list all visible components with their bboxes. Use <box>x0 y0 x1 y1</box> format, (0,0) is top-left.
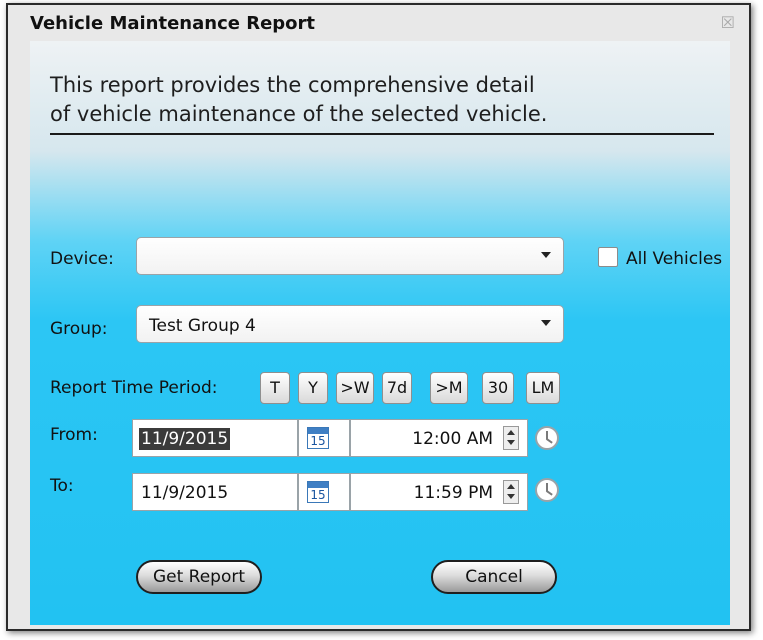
calendar-icon: 15 <box>307 427 329 449</box>
report-description: This report provides the comprehensive d… <box>50 71 710 129</box>
all-vehicles-checkbox[interactable] <box>598 247 618 267</box>
from-clock-icon[interactable] <box>535 426 559 450</box>
period-this-week-button[interactable]: >W <box>336 372 374 404</box>
from-time-spinner[interactable] <box>503 426 519 450</box>
description-line-2: of vehicle maintenance of the selected v… <box>50 102 548 126</box>
device-dropdown[interactable] <box>136 237 564 275</box>
device-label: Device: <box>50 249 114 269</box>
dialog-body: This report provides the comprehensive d… <box>30 41 730 625</box>
spin-up-icon[interactable] <box>507 484 515 489</box>
to-time-spinner[interactable] <box>503 480 519 504</box>
period-today-button[interactable]: T <box>260 372 290 404</box>
group-value: Test Group 4 <box>149 316 256 336</box>
to-clock-icon[interactable] <box>535 478 559 502</box>
group-label: Group: <box>50 319 108 339</box>
spin-down-icon[interactable] <box>507 440 515 445</box>
close-icon[interactable]: ☒ <box>721 13 735 33</box>
period-7-days-button[interactable]: 7d <box>382 372 412 404</box>
to-time-input[interactable]: 11:59 PM <box>350 473 528 511</box>
calendar-icon: 15 <box>307 481 329 503</box>
from-date-value: 11/9/2015 <box>139 428 231 450</box>
to-date-value: 11/9/2015 <box>141 483 229 503</box>
description-divider <box>50 133 714 135</box>
all-vehicles-label: All Vehicles <box>626 249 723 269</box>
from-label: From: <box>50 425 98 445</box>
report-time-period-label: Report Time Period: <box>50 378 218 398</box>
period-yesterday-button[interactable]: Y <box>298 372 328 404</box>
spin-down-icon[interactable] <box>507 494 515 499</box>
description-line-1: This report provides the comprehensive d… <box>50 73 535 97</box>
chevron-down-icon <box>541 320 551 326</box>
chevron-down-icon <box>541 252 551 258</box>
period-last-month-button[interactable]: LM <box>526 372 560 404</box>
to-label: To: <box>50 476 74 496</box>
to-calendar-button[interactable]: 15 <box>298 473 350 511</box>
dialog-title: Vehicle Maintenance Report <box>30 13 316 34</box>
spin-up-icon[interactable] <box>507 430 515 435</box>
to-date-input[interactable]: 11/9/2015 <box>132 473 298 511</box>
from-time-value: 12:00 AM <box>412 429 493 449</box>
group-dropdown[interactable]: Test Group 4 <box>136 305 564 343</box>
get-report-button[interactable]: Get Report <box>136 560 262 594</box>
cancel-button[interactable]: Cancel <box>431 560 557 594</box>
period-30-days-button[interactable]: 30 <box>482 372 514 404</box>
from-date-input[interactable]: 11/9/2015 <box>132 419 298 457</box>
to-time-value: 11:59 PM <box>413 483 493 503</box>
title-bar: Vehicle Maintenance Report ☒ <box>8 5 749 39</box>
from-time-input[interactable]: 12:00 AM <box>350 419 528 457</box>
from-calendar-button[interactable]: 15 <box>298 419 350 457</box>
report-dialog: Vehicle Maintenance Report ☒ This report… <box>6 3 751 631</box>
period-this-month-button[interactable]: >M <box>430 372 468 404</box>
